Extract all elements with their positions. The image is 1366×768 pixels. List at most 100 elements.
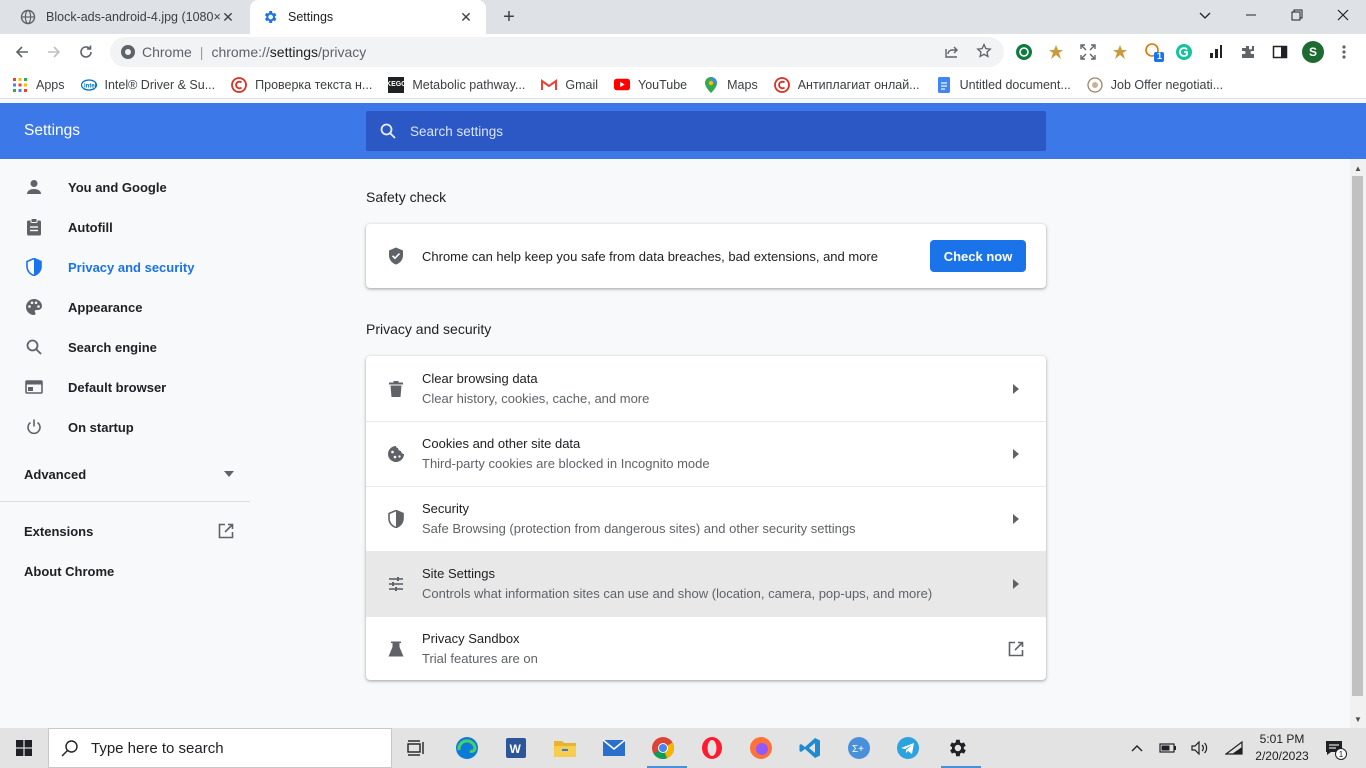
new-tab-button[interactable]: + [496,4,522,30]
bookmark-intel[interactable]: intel Intel® Driver & Su... [80,77,215,93]
sidebar-item-on-startup[interactable]: On startup [0,407,250,447]
profile-avatar[interactable]: S [1302,41,1324,63]
row-title: Cookies and other site data [422,436,581,451]
scroll-down-arrow-icon[interactable]: ▼ [1350,711,1366,727]
more-menu-icon[interactable] [1334,42,1354,62]
sidebar-item-autofill[interactable]: Autofill [0,207,250,247]
privacy-section-title: Privacy and security [366,321,492,337]
globe-icon [20,9,36,25]
scrollbar-thumb[interactable] [1352,176,1363,696]
apps-grid-icon [12,77,28,93]
sidebar-item-about-chrome[interactable]: About Chrome [24,556,234,586]
bookmark-antiplagiat[interactable]: Антиплагиат онлай... [773,76,920,93]
safety-check-text: Chrome can help keep you safe from data … [422,248,878,264]
tray-chevron-up-icon[interactable] [1127,738,1147,758]
taskbar-search-box[interactable]: Type here to search [48,728,392,768]
search-input[interactable] [410,123,1010,139]
row-security[interactable]: Security Safe Browsing (protection from … [366,486,1046,551]
arrow-right-icon [1006,444,1026,464]
settings-taskbar-icon[interactable] [941,732,981,768]
vscode-icon[interactable] [794,732,826,764]
person-icon [24,177,44,197]
minimize-icon[interactable] [1228,0,1274,30]
safety-check-title: Safety check [366,189,447,205]
extension-green-icon[interactable] [1014,42,1034,62]
sidebar-item-privacy-and-security[interactable]: Privacy and security [0,247,250,287]
docs-icon [936,76,952,93]
shield-check-icon [386,246,406,266]
opera-icon[interactable] [696,732,728,764]
edge-icon[interactable] [451,732,483,764]
row-privacy-sandbox[interactable]: Privacy Sandbox Trial features are on [366,616,1046,680]
bookmark-job-offer[interactable]: Job Offer negotiati... [1087,76,1223,93]
telegram-icon[interactable] [892,732,924,764]
bookmark-text-check[interactable]: Проверка текста н... [231,76,372,93]
address-bar[interactable]: Chrome | chrome://settings/privacy [110,37,1004,67]
wifi-icon[interactable] [1224,738,1244,758]
trash-icon [386,379,406,399]
sidebar-item-extensions[interactable]: Extensions [24,516,234,546]
row-clear-browsing-data[interactable]: Clear browsing data Clear history, cooki… [366,356,1046,421]
word-icon[interactable]: W [500,732,532,764]
grammarly-icon[interactable] [1174,42,1194,62]
bookmark-maps[interactable]: Maps [703,76,758,93]
reload-button[interactable] [72,38,100,66]
notifications-icon[interactable]: 1 [1324,738,1347,760]
side-panel-icon[interactable] [1270,42,1290,62]
battery-icon[interactable] [1158,738,1178,758]
youtube-icon [614,77,631,93]
firefox-icon[interactable] [745,732,777,764]
row-subtitle: Trial features are on [422,651,538,666]
clock-date: 2/20/2023 [1255,749,1309,763]
scroll-up-arrow-icon[interactable]: ▲ [1350,160,1366,176]
arrow-right-icon [1006,509,1026,529]
bookmark-metabolic[interactable]: KEGG Metabolic pathway... [386,76,525,93]
bookmark-apps[interactable]: Apps [12,77,65,93]
extension-emblem-icon[interactable] [1046,42,1066,62]
back-button[interactable] [8,38,36,66]
tab-block-ads-image[interactable]: Block-ads-android-4.jpg (1080×2 ✕ [8,0,248,34]
bookmark-star-icon[interactable] [974,41,994,61]
open-in-new-icon [218,523,234,539]
windows-start-icon[interactable] [0,728,48,768]
close-window-icon[interactable] [1320,0,1366,30]
media-controls-icon[interactable] [1206,42,1226,62]
mail-icon[interactable] [598,732,630,764]
close-icon[interactable]: ✕ [458,9,474,25]
task-view-icon[interactable] [400,732,432,764]
volume-icon[interactable] [1190,738,1210,758]
palette-icon [24,297,44,317]
check-now-button[interactable]: Check now [930,240,1026,272]
row-cookies[interactable]: Cookies and other site data Third-party … [366,421,1046,486]
sidebar-advanced-toggle[interactable]: Advanced [24,459,234,489]
search-icon [61,739,79,757]
zotero-calc-icon[interactable]: Σ+ [843,732,875,764]
tab-settings[interactable]: Settings ✕ [250,0,486,34]
extension-badge-icon[interactable]: 1 [1144,42,1164,62]
bookmark-untitled-doc[interactable]: Untitled document... [936,76,1071,93]
sidebar-item-appearance[interactable]: Appearance [0,287,250,327]
extension-emblem-icon[interactable] [1110,42,1130,62]
restore-icon[interactable] [1274,0,1320,30]
bookmark-gmail[interactable]: Gmail [541,77,598,93]
sidebar-item-default-browser[interactable]: Default browser [0,367,250,407]
bookmark-youtube[interactable]: YouTube [614,77,687,93]
forward-button[interactable] [40,38,68,66]
settings-header: Settings [0,103,1366,159]
row-title: Site Settings [422,566,495,581]
row-site-settings[interactable]: Site Settings Controls what information … [366,551,1046,616]
extensions-puzzle-icon[interactable] [1238,42,1258,62]
taskbar-clock[interactable]: 5:01 PM 2/20/2023 [1248,731,1316,765]
sidebar-item-search-engine[interactable]: Search engine [0,327,250,367]
tab-search-chevron-icon[interactable] [1182,0,1228,30]
kegg-logo-icon: KEGG [386,76,407,93]
file-explorer-icon[interactable] [549,732,581,764]
flask-icon [386,639,406,659]
settings-search[interactable] [366,111,1046,151]
tab-title: Block-ads-android-4.jpg (1080×2 [46,10,220,24]
chrome-taskbar-icon[interactable] [647,732,687,768]
sidebar-item-you-and-google[interactable]: You and Google [0,167,250,207]
close-icon[interactable]: ✕ [220,9,236,25]
share-icon[interactable] [942,41,962,61]
fullscreen-extension-icon[interactable] [1078,42,1098,62]
